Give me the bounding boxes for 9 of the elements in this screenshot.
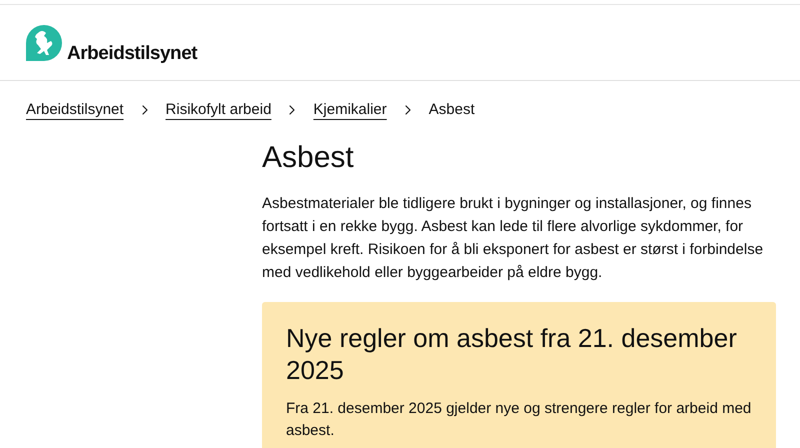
breadcrumb-link[interactable]: Kjemikalier — [313, 98, 387, 122]
breadcrumb-link[interactable]: Risikofylt arbeid — [166, 98, 272, 122]
page-title: Asbest — [262, 140, 355, 176]
breadcrumb-current: Asbest — [428, 100, 475, 120]
intro-paragraph: Asbestmaterialer ble tidligere brukt i bygninger og installasjoner, og finnes fortsatt i en rekke bygg. Asbest kan lede til flere alvorlige sykdommer, for eksempel kreft. Risikoen for å bli eksponert for asbest er størst i forbindelse med vedlikehold eller byggearbeider på eldre bygg. — [262, 194, 764, 283]
logo-text[interactable]: Arbeidstilsynet — [67, 44, 198, 63]
notice-text: Fra 21. desember 2025 gjelder nye og strengere regler for arbeid med asbest. — [286, 399, 752, 441]
breadcrumb-link[interactable]: Arbeidstilsynet — [26, 98, 124, 122]
notice-title: Nye regler om asbest fra 21. desember 2025 — [286, 322, 738, 386]
